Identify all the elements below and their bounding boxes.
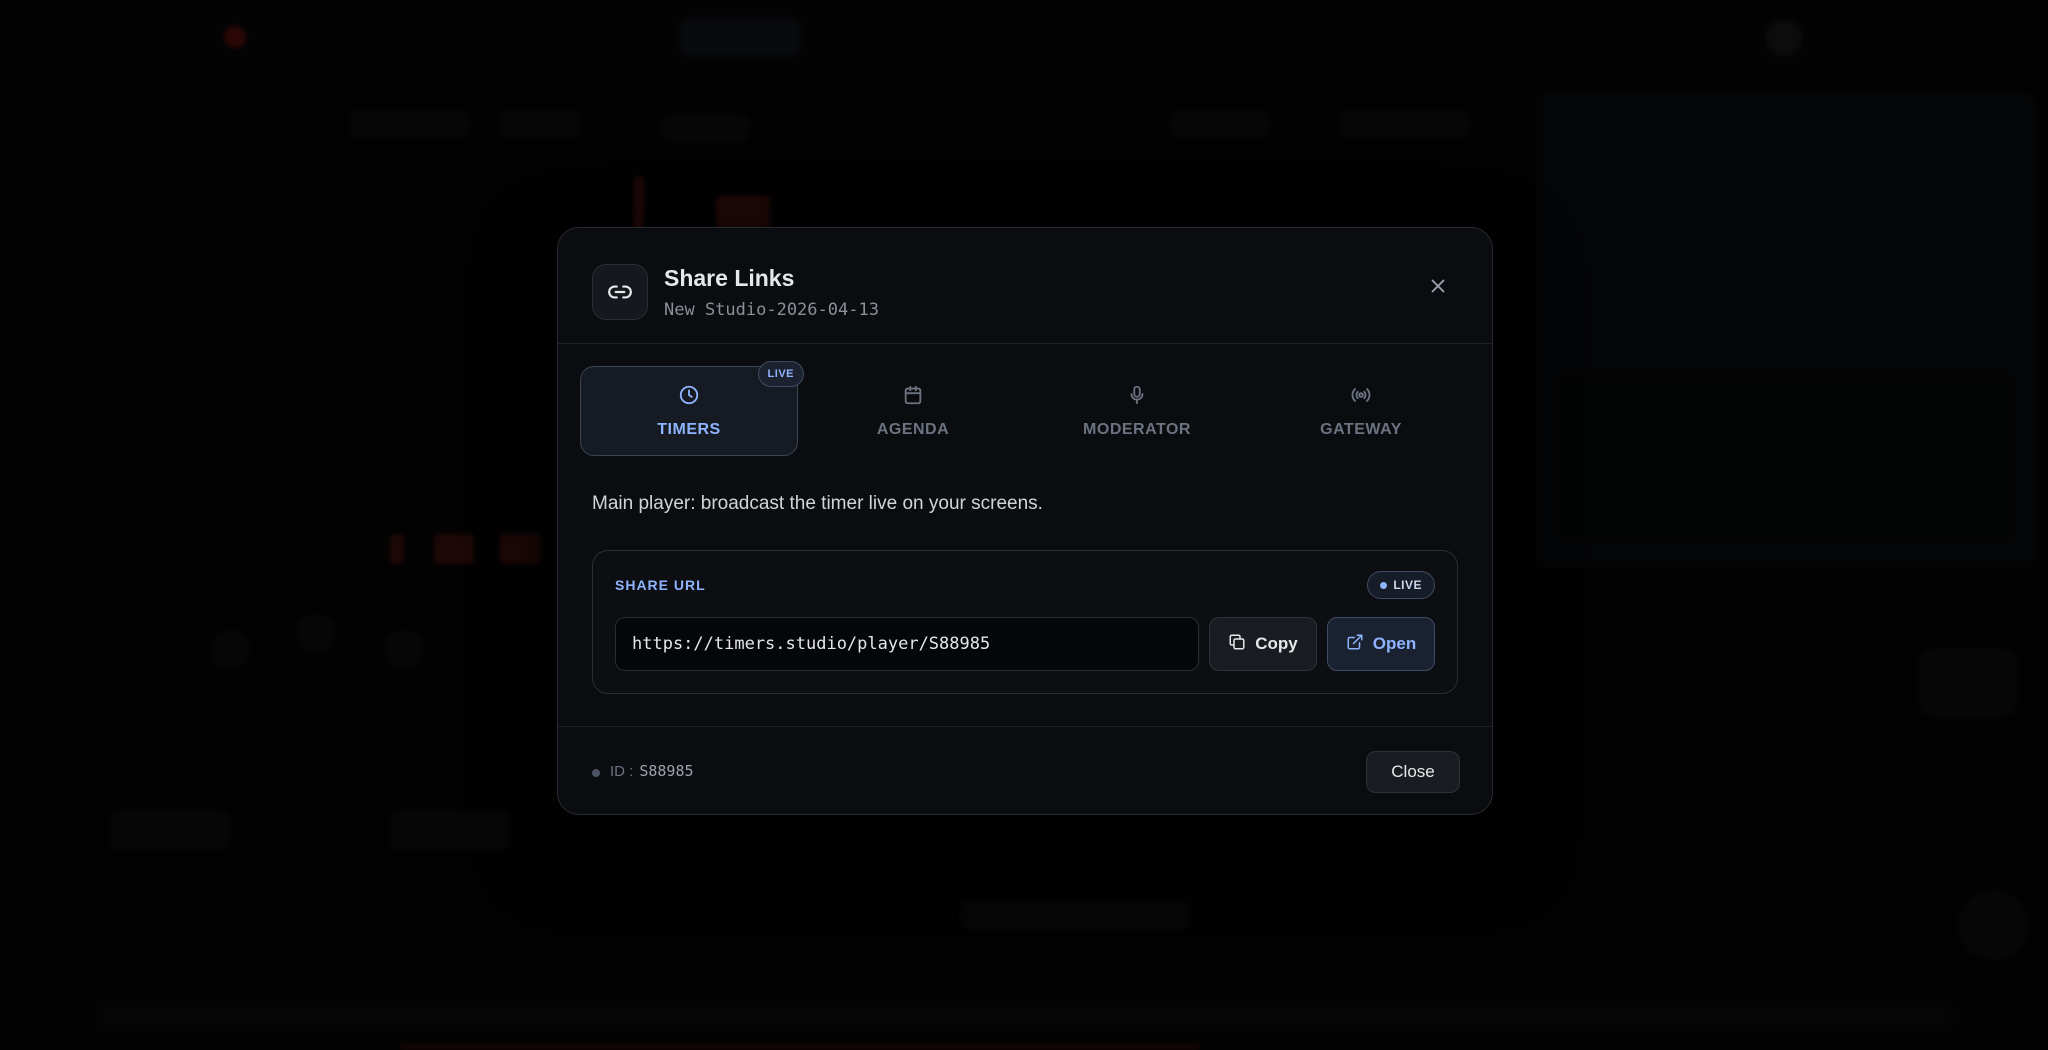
tab-label: AGENDA <box>876 420 950 438</box>
share-tabs: TIMERS LIVE AGENDA MODERATOR GATEWAY <box>580 361 1472 456</box>
tab-description: Main player: broadcast the timer live on… <box>592 493 1043 514</box>
open-button[interactable]: Open <box>1327 617 1435 671</box>
share-url-card: SHARE URL LIVE Copy Open <box>592 550 1458 694</box>
modal-title: Share Links <box>664 265 795 291</box>
copy-label: Copy <box>1255 634 1298 653</box>
share-url-label: SHARE URL <box>615 577 706 593</box>
calendar-icon <box>902 384 924 411</box>
live-dot-icon <box>1380 581 1388 589</box>
close-icon[interactable] <box>1420 268 1456 304</box>
tab-label: GATEWAY <box>1320 420 1402 438</box>
tab-timers[interactable]: TIMERS LIVE <box>580 361 804 456</box>
id-label: ID : <box>610 763 634 780</box>
tab-gateway[interactable]: GATEWAY <box>1252 366 1470 456</box>
broadcast-icon <box>1350 384 1372 411</box>
tab-label: MODERATOR <box>1083 420 1191 438</box>
app-window: Share Links New Studio-2026-04-13 TIMERS… <box>0 0 2048 1050</box>
link-icon <box>592 264 648 320</box>
share-url-input[interactable] <box>615 617 1199 671</box>
modal-header: Share Links New Studio-2026-04-13 <box>558 228 1492 344</box>
studio-id: ID : S88985 <box>610 762 694 780</box>
open-label: Open <box>1372 634 1417 653</box>
microphone-icon <box>1126 384 1148 411</box>
close-button[interactable]: Close <box>1366 751 1460 793</box>
live-status-badge: LIVE <box>1367 571 1435 599</box>
live-badge: LIVE <box>757 361 804 387</box>
status-dot-icon <box>592 769 600 777</box>
tab-agenda[interactable]: AGENDA <box>804 366 1022 456</box>
tab-moderator[interactable]: MODERATOR <box>1028 366 1246 456</box>
share-links-modal: Share Links New Studio-2026-04-13 TIMERS… <box>557 227 1493 815</box>
copy-icon <box>1228 633 1246 656</box>
external-link-icon <box>1346 633 1364 656</box>
modal-subtitle: New Studio-2026-04-13 <box>664 300 879 320</box>
copy-button[interactable]: Copy <box>1209 617 1317 671</box>
id-value: S88985 <box>639 762 694 780</box>
tab-label: TIMERS <box>657 420 721 438</box>
live-status-text: LIVE <box>1393 578 1422 592</box>
clock-icon <box>678 384 700 411</box>
modal-footer: ID : S88985 Close <box>558 726 1492 814</box>
